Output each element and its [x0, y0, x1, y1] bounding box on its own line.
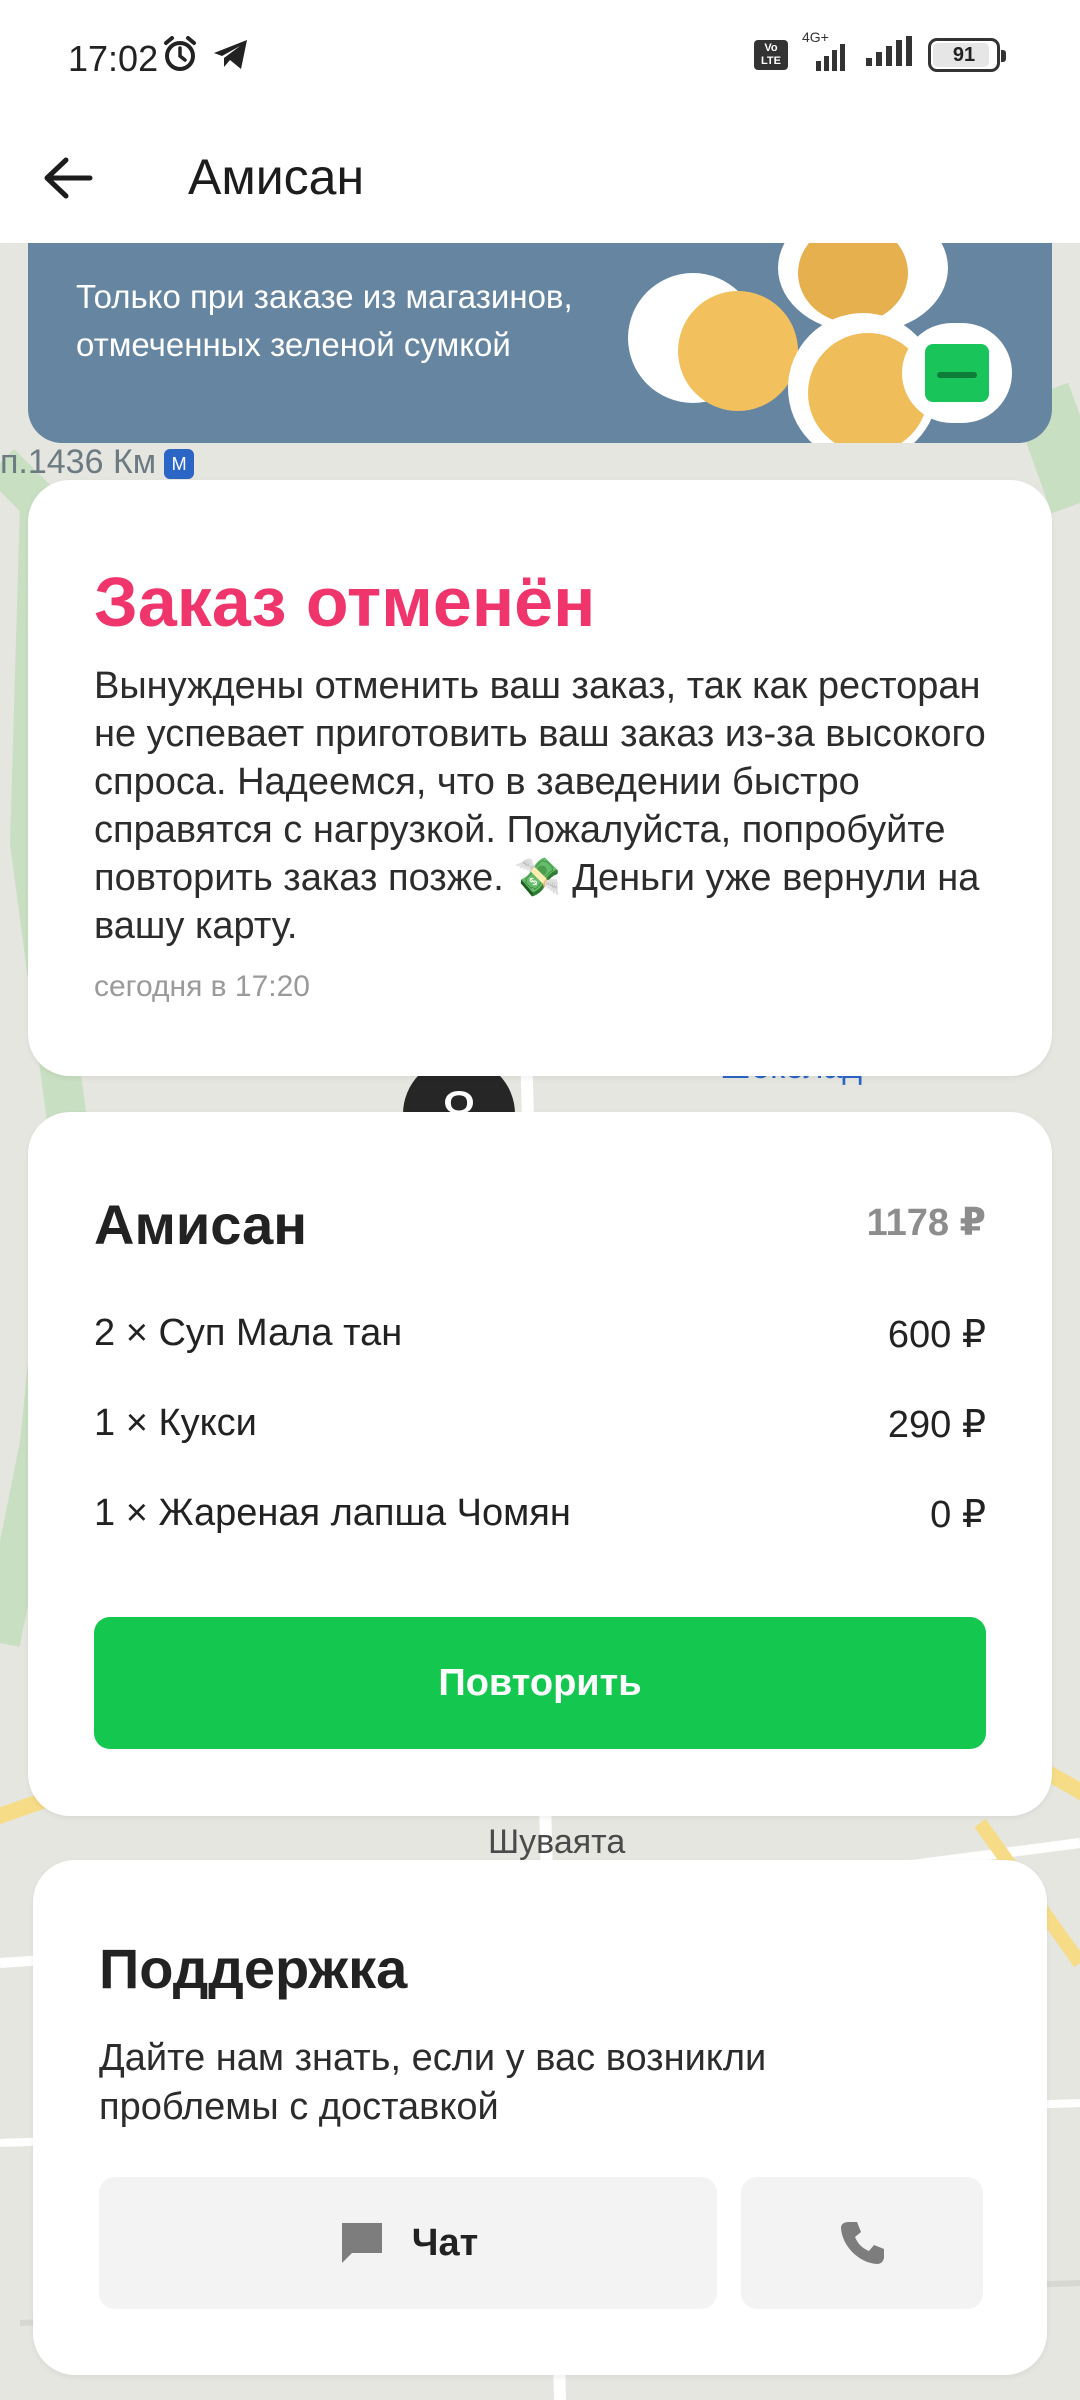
order-item-price: 290 ₽: [887, 1404, 986, 1446]
cancel-title: Заказ отменён: [94, 563, 596, 641]
order-cancelled-card: Заказ отменён Вынуждены отменить ваш зак…: [28, 480, 1052, 1076]
volte-icon: Vo LTE: [754, 39, 788, 70]
order-total: 1178 ₽: [866, 1202, 986, 1244]
alarm-icon: [160, 34, 200, 79]
support-card: Поддержка Дайте нам знать, если у вас во…: [33, 1860, 1047, 2375]
promo-banner[interactable]: Только при заказе из магазинов, отмеченн…: [28, 243, 1052, 443]
metro-icon: M: [164, 449, 195, 480]
cancel-timestamp: сегодня в 17:20: [94, 970, 310, 1003]
battery-icon: 91: [928, 37, 1006, 72]
page-title: Амисан: [188, 149, 365, 205]
repeat-order-button[interactable]: Повторить: [94, 1617, 986, 1749]
call-button[interactable]: [741, 2177, 983, 2309]
map-label-station: п.1436 Км M: [0, 443, 195, 482]
promo-text: Только при заказе из магазинов, отмеченн…: [76, 278, 573, 363]
green-bag-icon: [902, 323, 1012, 423]
support-text: Дайте нам знать, если у вас возникли про…: [99, 2037, 767, 2128]
map-label-street-text: Шуваята: [488, 1823, 626, 1861]
signal-icon-2: [864, 36, 914, 73]
chat-button-label: Чат: [411, 2221, 479, 2264]
order-item-price: 600 ₽: [887, 1314, 986, 1356]
order-item-name: 1 × Жареная лапша Чомян: [94, 1492, 571, 1534]
order-item-name: 2 × Суп Мала тан: [94, 1312, 403, 1354]
order-item: 1 × Жареная лапша Чомян 0 ₽: [94, 1492, 986, 1552]
arrow-left-icon: [44, 157, 93, 199]
map-label-street: Шуваята: [488, 1823, 625, 1862]
chat-button[interactable]: Чат: [99, 2177, 717, 2309]
order-item-name: 1 × Кукси: [94, 1402, 257, 1444]
order-card: Амисан 1178 ₽ 2 × Суп Мала тан 600 ₽ 1 ×…: [28, 1112, 1052, 1816]
battery-level: 91: [952, 43, 976, 66]
order-item-price: 0 ₽: [930, 1494, 986, 1536]
phone-icon: [841, 2222, 884, 2264]
map-label-station-text: п.1436 Км: [0, 443, 157, 481]
telegram-icon: [212, 38, 250, 77]
order-item: 1 × Кукси 290 ₽: [94, 1402, 986, 1462]
support-title: Поддержка: [99, 1937, 408, 2000]
back-button[interactable]: [30, 140, 106, 216]
restaurant-name: Амисан: [94, 1193, 308, 1256]
order-item: 2 × Суп Мала тан 600 ₽: [94, 1312, 986, 1372]
status-bar: 17:02 Vo LTE 4G+ 91: [0, 0, 1080, 118]
signal-icon: 4G+: [802, 29, 850, 73]
app-bar: Амисан: [0, 118, 1080, 243]
status-icons: Vo LTE 4G+ 91: [754, 29, 1006, 73]
cancel-message: Вынуждены отменить ваш заказ, так как ре…: [94, 665, 986, 947]
status-time: 17:02: [68, 38, 159, 79]
chat-bubble-icon: [341, 2223, 382, 2263]
